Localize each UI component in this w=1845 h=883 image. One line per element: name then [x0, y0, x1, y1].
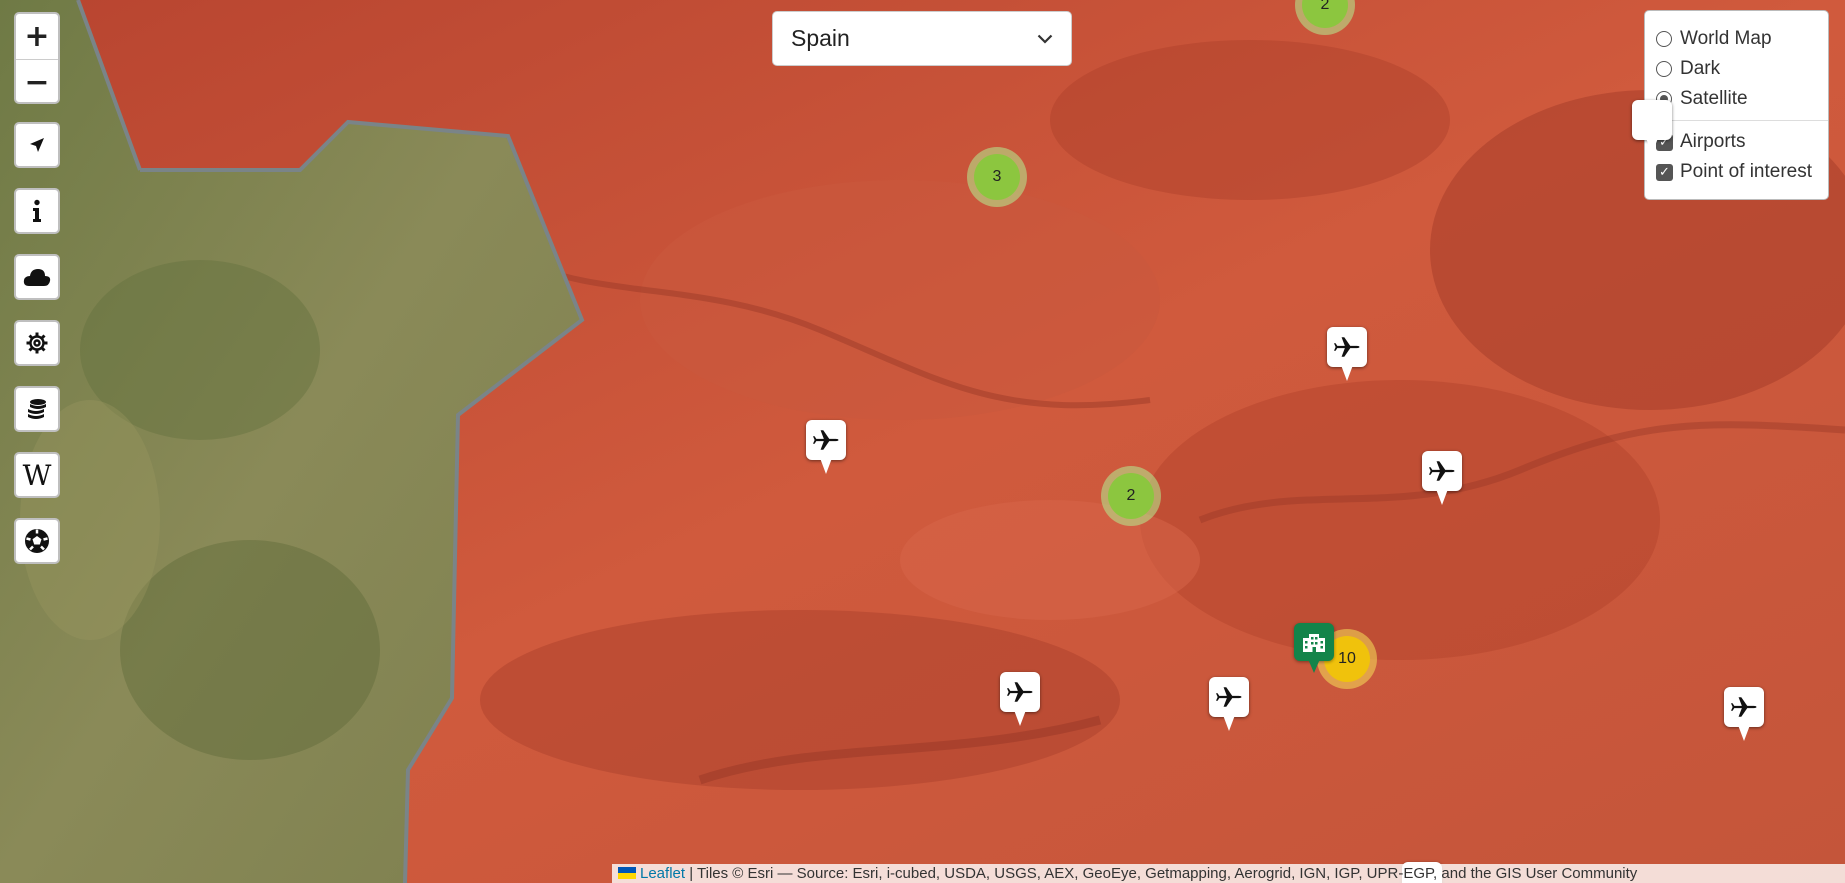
- leaflet-link[interactable]: Leaflet: [640, 865, 685, 882]
- building-icon: [1303, 634, 1325, 652]
- layer-label: Satellite: [1680, 88, 1748, 109]
- wikipedia-icon: W: [22, 458, 52, 492]
- airport-marker[interactable]: [1724, 687, 1764, 745]
- country-select-value: Spain: [791, 25, 850, 51]
- layer-label: Dark: [1680, 58, 1721, 79]
- airport-marker[interactable]: [1209, 677, 1249, 735]
- overlay-label: Point of interest: [1680, 161, 1813, 182]
- info-icon: [33, 199, 41, 222]
- settings-icon: [26, 332, 48, 354]
- plane-icon: [1007, 682, 1033, 702]
- zoom-in-button[interactable]: +: [16, 14, 58, 59]
- plane-icon: [813, 430, 839, 450]
- ukraine-flag-icon: [618, 867, 636, 879]
- currency-button[interactable]: [14, 386, 60, 432]
- cluster-count: 3: [974, 154, 1020, 200]
- attribution-text: | Tiles © Esri — Source: Esri, i-cubed, …: [689, 865, 1638, 882]
- map-canvas[interactable]: + − W Spain World Map Dark Satellite ✓ A…: [0, 0, 1845, 883]
- locate-icon: [30, 138, 44, 152]
- cluster-count: 2: [1302, 0, 1348, 28]
- dark-radio[interactable]: [1656, 61, 1672, 77]
- football-icon: [25, 529, 49, 553]
- map-attribution: Leaflet | Tiles © Esri — Source: Esri, i…: [612, 864, 1845, 883]
- plane-icon: [1731, 697, 1757, 717]
- plane-icon: [1334, 337, 1360, 357]
- football-button[interactable]: [14, 518, 60, 564]
- wikipedia-button[interactable]: W: [14, 452, 60, 498]
- airport-marker[interactable]: [1327, 327, 1367, 385]
- airport-marker[interactable]: [1632, 100, 1672, 158]
- layer-world-map[interactable]: World Map: [1653, 24, 1820, 54]
- locate-button[interactable]: [14, 122, 60, 168]
- zoom-control: + −: [14, 12, 60, 104]
- poi-marker[interactable]: [1294, 623, 1334, 681]
- layer-separator: [1645, 120, 1828, 121]
- weather-icon: [23, 269, 51, 286]
- settings-button[interactable]: [14, 320, 60, 366]
- cluster-count: 2: [1108, 473, 1154, 519]
- airport-marker[interactable]: [806, 420, 846, 478]
- info-button[interactable]: [14, 188, 60, 234]
- marker-cluster[interactable]: 3: [967, 147, 1027, 207]
- chevron-down-icon: [1037, 34, 1053, 44]
- marker-cluster[interactable]: 2: [1101, 466, 1161, 526]
- overlay-airports[interactable]: ✓ Airports: [1653, 127, 1820, 157]
- satellite-tiles: [0, 0, 1845, 883]
- plane-icon: [1429, 461, 1455, 481]
- airport-marker[interactable]: [1422, 451, 1462, 509]
- layer-satellite[interactable]: Satellite: [1653, 84, 1820, 114]
- overlay-label: Airports: [1680, 131, 1746, 152]
- layer-label: World Map: [1680, 28, 1772, 49]
- poi-checkbox[interactable]: ✓: [1656, 163, 1673, 181]
- zoom-out-button[interactable]: −: [16, 59, 58, 102]
- plane-icon: [1216, 687, 1242, 707]
- airport-marker[interactable]: [1000, 672, 1040, 730]
- world-map-radio[interactable]: [1656, 31, 1672, 47]
- country-select[interactable]: Spain: [772, 11, 1072, 66]
- layer-dark[interactable]: Dark: [1653, 54, 1820, 84]
- weather-button[interactable]: [14, 254, 60, 300]
- currency-icon: [28, 399, 46, 419]
- overlay-poi[interactable]: ✓ Point of interest: [1653, 157, 1820, 187]
